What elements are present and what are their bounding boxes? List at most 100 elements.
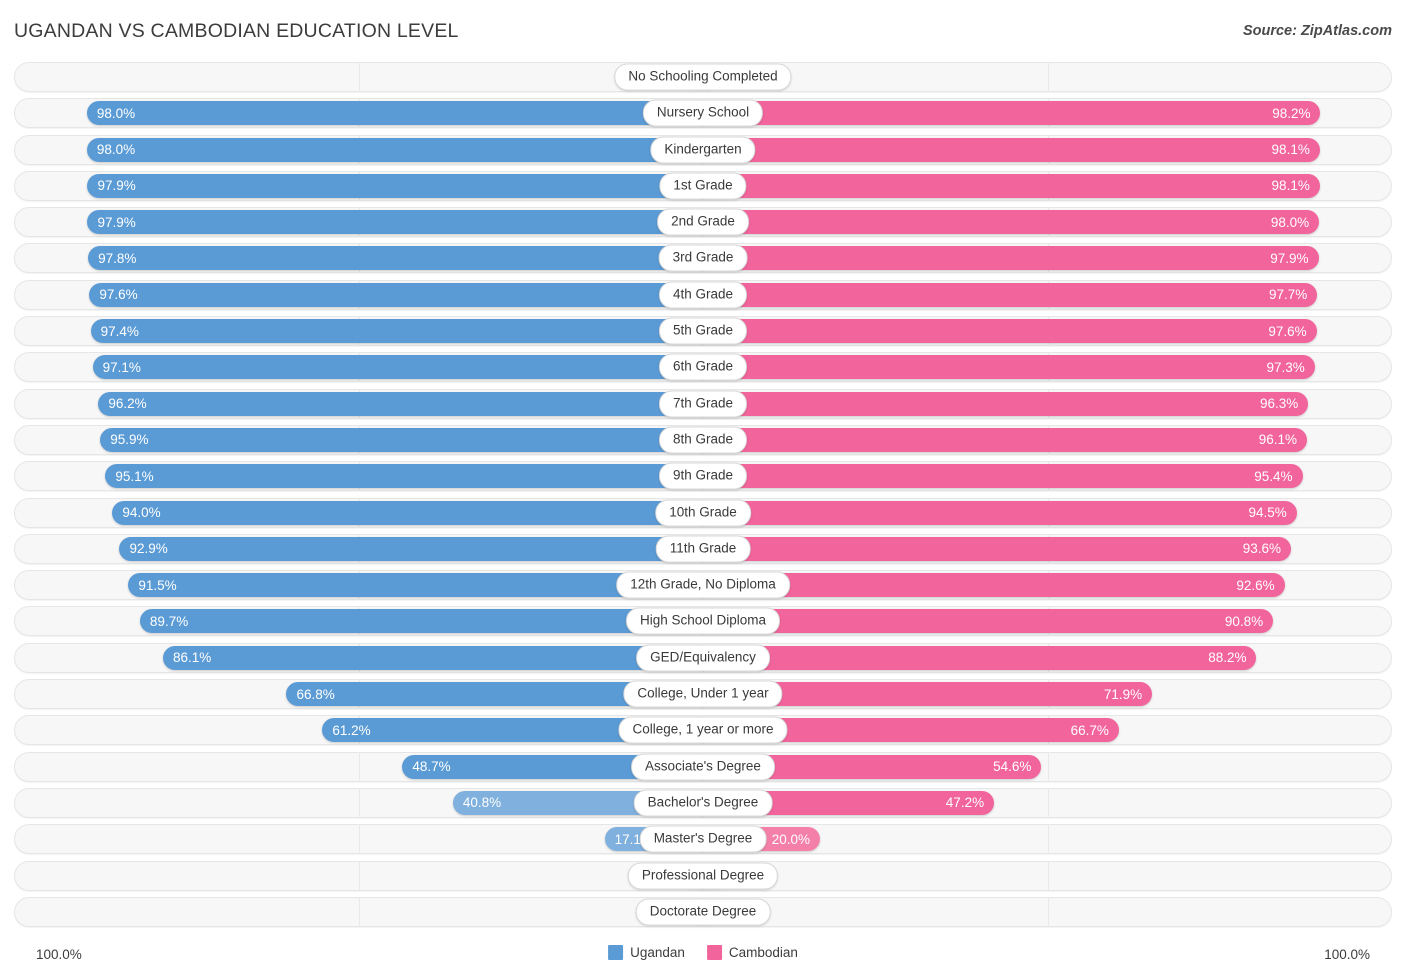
bar-ugandan[interactable]: 97.9% [87, 174, 714, 198]
source-label: Source: ZipAtlas.com [1243, 23, 1392, 39]
chart-row: 66.8%71.9%College, Under 1 year [14, 679, 1392, 709]
chart-row: 2.2%2.6%Doctorate Degree [14, 897, 1392, 927]
category-label: Professional Degree [628, 862, 778, 889]
bar-cambodian[interactable]: 98.2% [692, 101, 1320, 125]
chart-row: 91.5%92.6%12th Grade, No Diploma [14, 570, 1392, 600]
chart-row: 61.2%66.7%College, 1 year or more [14, 715, 1392, 745]
row-left-half: 2.0% [14, 62, 703, 92]
category-label: 3rd Grade [659, 245, 748, 272]
row-right-half: 98.1% [703, 135, 1392, 165]
bar-ugandan[interactable]: 97.8% [88, 246, 714, 270]
row-left-half: 97.9% [14, 207, 703, 237]
bar-value-ugandan: 48.7% [412, 759, 450, 774]
chart-row: 5.1%6.0%Professional Degree [14, 861, 1392, 891]
row-left-half: 95.9% [14, 425, 703, 455]
bar-ugandan[interactable]: 94.0% [112, 501, 714, 525]
chart-row: 95.9% 96.1% 8th Grade [14, 425, 1392, 455]
row-left-half: 17.1% [14, 824, 703, 854]
row-right-half: 97.9% [703, 243, 1392, 273]
bar-ugandan[interactable]: 95.9% [100, 428, 714, 452]
chart-row: 17.1%20.0%Master's Degree [14, 824, 1392, 854]
chart-legend: Ugandan Cambodian [608, 945, 798, 960]
bar-cambodian[interactable]: 98.0% [692, 210, 1319, 234]
row-left-half: 98.0% [14, 98, 703, 128]
bar-value-ugandan: 66.8% [296, 687, 334, 702]
row-left-half: 98.0% [14, 135, 703, 165]
bar-value-cambodian: 90.8% [1225, 614, 1263, 629]
bar-ugandan[interactable]: 98.0% [87, 138, 714, 162]
bar-value-cambodian: 93.6% [1243, 541, 1281, 556]
bar-cambodian[interactable]: 97.9% [692, 246, 1319, 270]
bar-ugandan[interactable]: 97.1% [93, 355, 714, 379]
category-label: 10th Grade [655, 499, 751, 526]
bar-cambodian[interactable]: 97.6% [692, 319, 1317, 343]
bar-cambodian[interactable]: 97.3% [692, 355, 1315, 379]
chart-header: UGANDAN VS CAMBODIAN EDUCATION LEVEL Sou… [0, 0, 1406, 58]
bar-value-ugandan: 97.6% [99, 287, 137, 302]
bar-value-cambodian: 94.5% [1249, 505, 1287, 520]
chart-row: 96.2%96.3%7th Grade [14, 389, 1392, 419]
bar-value-ugandan: 94.0% [122, 505, 160, 520]
row-left-half: 97.4% [14, 316, 703, 346]
category-label: 9th Grade [659, 463, 747, 490]
chart-page: UGANDAN VS CAMBODIAN EDUCATION LEVEL Sou… [0, 0, 1406, 975]
category-label: Nursery School [643, 100, 763, 127]
chart-row: 97.9%98.1%1st Grade [14, 171, 1392, 201]
row-left-half: 97.9% [14, 171, 703, 201]
bar-value-cambodian: 97.3% [1266, 360, 1304, 375]
category-label: 8th Grade [659, 426, 747, 453]
row-left-half: 97.8% [14, 243, 703, 273]
bar-cambodian[interactable]: 98.1% [692, 138, 1320, 162]
bar-ugandan[interactable]: 98.0% [87, 101, 714, 125]
page-title: UGANDAN VS CAMBODIAN EDUCATION LEVEL [14, 20, 459, 43]
bar-ugandan[interactable]: 96.2% [98, 392, 714, 416]
bar-value-cambodian: 71.9% [1104, 687, 1142, 702]
bar-cambodian[interactable]: 98.1% [692, 174, 1320, 198]
bar-value-ugandan: 97.4% [101, 324, 139, 339]
category-label: College, 1 year or more [618, 717, 787, 744]
chart-row: 98.0%98.1%Kindergarten [14, 135, 1392, 165]
row-right-half: 92.6% [703, 570, 1392, 600]
bar-value-ugandan: 97.9% [97, 215, 135, 230]
chart-row: 97.4%97.6%5th Grade [14, 316, 1392, 346]
bar-cambodian[interactable]: 93.6% [692, 537, 1291, 561]
row-right-half: 47.2% [703, 788, 1392, 818]
bar-ugandan[interactable]: 86.1% [163, 646, 714, 670]
bar-cambodian[interactable]: 96.1% [692, 428, 1307, 452]
row-left-half: 97.1% [14, 352, 703, 382]
category-label: Kindergarten [650, 136, 755, 163]
row-left-half: 48.7% [14, 752, 703, 782]
bar-cambodian[interactable]: 96.3% [692, 392, 1308, 416]
bar-value-cambodian: 96.1% [1259, 432, 1297, 447]
chart-row: 97.8%97.9%3rd Grade [14, 243, 1392, 273]
bar-ugandan[interactable]: 97.6% [89, 283, 714, 307]
row-right-half: 1.9% [703, 62, 1392, 92]
row-right-half: 90.8% [703, 606, 1392, 636]
bar-ugandan[interactable]: 92.9% [119, 537, 714, 561]
chart-row: 97.9% 98.0%2nd Grade [14, 207, 1392, 237]
bar-value-ugandan: 89.7% [150, 614, 188, 629]
legend-swatch-icon [707, 945, 722, 960]
axis-label-right: 100.0% [1324, 947, 1370, 962]
bar-cambodian[interactable]: 94.5% [692, 501, 1297, 525]
bar-ugandan[interactable]: 97.4% [91, 319, 714, 343]
row-left-half: 61.2% [14, 715, 703, 745]
bar-value-ugandan: 92.9% [129, 541, 167, 556]
bar-cambodian[interactable]: 97.7% [692, 283, 1317, 307]
row-right-half: 95.4% [703, 461, 1392, 491]
legend-item-ugandan[interactable]: Ugandan [608, 945, 685, 960]
category-label: 2nd Grade [657, 209, 749, 236]
row-left-half: 92.9% [14, 534, 703, 564]
legend-item-cambodian[interactable]: Cambodian [707, 945, 798, 960]
bar-cambodian[interactable]: 95.4% [692, 464, 1303, 488]
chart-row: 97.1%97.3%6th Grade [14, 352, 1392, 382]
bar-ugandan[interactable]: 95.1% [105, 464, 714, 488]
bar-cambodian[interactable]: 88.2% [692, 646, 1256, 670]
category-label: 12th Grade, No Diploma [616, 572, 790, 599]
bar-value-ugandan: 86.1% [173, 650, 211, 665]
bar-ugandan[interactable]: 97.9% [87, 210, 714, 234]
row-left-half: 95.1% [14, 461, 703, 491]
legend-label: Cambodian [729, 945, 798, 960]
bar-value-ugandan: 61.2% [332, 723, 370, 738]
row-right-half: 93.6% [703, 534, 1392, 564]
